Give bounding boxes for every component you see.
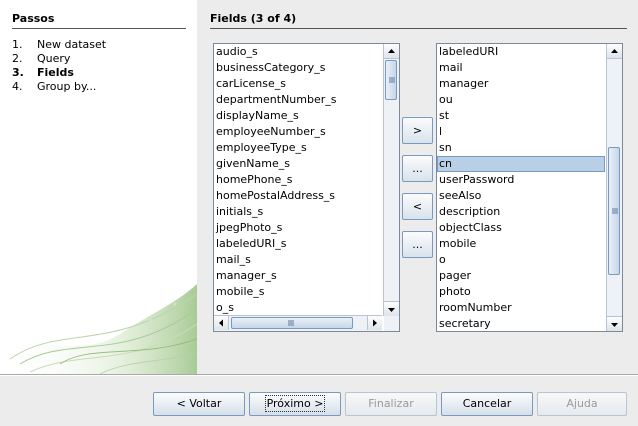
scroll-down-button[interactable] (384, 301, 399, 316)
steps-panel: Passos 1. New dataset 2. Query 3. Fields 4.… (0, 0, 197, 374)
list-item[interactable]: ou (437, 92, 605, 108)
list-item[interactable]: secretary (437, 316, 605, 331)
list-item[interactable]: o (437, 252, 605, 268)
list-item[interactable]: pager (437, 268, 605, 284)
list-item[interactable]: userPassword (437, 172, 605, 188)
list-item[interactable]: employeeNumber_s (214, 124, 382, 140)
list-item[interactable]: audio_s (214, 44, 382, 60)
list-item[interactable]: st (437, 108, 605, 124)
list-item[interactable]: mail (437, 60, 605, 76)
list-item[interactable]: manager (437, 76, 605, 92)
available-fields-hscrollbar[interactable] (214, 315, 382, 331)
list-item[interactable]: l (437, 124, 605, 140)
list-item[interactable]: seeAlso (437, 188, 605, 204)
next-button-label: Próximo > (264, 395, 326, 412)
list-item[interactable]: businessCategory_s (214, 60, 382, 76)
cancel-button[interactable]: Cancelar (441, 392, 533, 416)
title-divider (210, 28, 627, 29)
step-query[interactable]: 2. Query (12, 52, 70, 66)
list-item[interactable]: sn (437, 140, 605, 156)
step-number: 3. (12, 66, 24, 79)
list-item[interactable]: manager_s (214, 268, 382, 284)
scroll-thumb[interactable] (385, 60, 397, 100)
step-number: 2. (12, 52, 23, 65)
list-item[interactable]: photo (437, 284, 605, 300)
step-number: 1. (12, 38, 23, 51)
list-item[interactable]: employeeType_s (214, 140, 382, 156)
list-item[interactable]: mobile (437, 236, 605, 252)
selected-fields-list[interactable]: labeledURI mail manager ou st l sn cn userPasswo… (436, 43, 623, 332)
step-label: New dataset (37, 38, 107, 51)
chevron-up-icon (388, 49, 395, 53)
chevron-up-icon (611, 49, 618, 53)
selected-fields-vscrollbar[interactable] (606, 44, 622, 331)
hscroll-thumb[interactable] (231, 317, 353, 329)
list-item[interactable]: cn (437, 156, 605, 172)
scroll-thumb[interactable] (608, 147, 620, 275)
decorative-swirl (0, 284, 197, 374)
chevron-right-icon (373, 319, 377, 327)
scroll-right-button[interactable] (367, 316, 382, 330)
grip-icon (288, 320, 294, 326)
scroll-corner (384, 316, 399, 331)
list-item[interactable]: givenName_s (214, 156, 382, 172)
step-label: Fields (37, 66, 74, 79)
list-item[interactable]: description (437, 204, 605, 220)
help-button[interactable]: Ajuda (537, 392, 627, 416)
step-new-dataset[interactable]: 1. New dataset (12, 38, 106, 52)
list-item[interactable]: objectClass (437, 220, 605, 236)
remove-all-fields-button[interactable]: ... (402, 231, 433, 258)
available-fields-vscrollbar[interactable] (383, 44, 399, 316)
steps-divider (12, 28, 186, 29)
add-all-fields-button[interactable]: ... (402, 155, 433, 182)
step-label: Query (37, 52, 71, 65)
list-item[interactable]: mobile_s (214, 284, 382, 300)
step-number: 4. (12, 80, 23, 93)
list-item[interactable]: labeledURI_s (214, 236, 382, 252)
grip-icon (612, 208, 618, 214)
next-button[interactable]: Próximo > (249, 392, 341, 416)
finish-button[interactable]: Finalizar (345, 392, 437, 416)
list-item[interactable]: displayName_s (214, 108, 382, 124)
list-item[interactable]: initials_s (214, 204, 382, 220)
scroll-down-button[interactable] (607, 316, 622, 331)
scroll-up-button[interactable] (384, 44, 399, 59)
step-label: Group by... (37, 80, 97, 93)
remove-field-button[interactable]: < (402, 193, 433, 220)
step-fields[interactable]: 3. Fields (12, 66, 74, 80)
back-button[interactable]: < Voltar (153, 392, 245, 416)
add-field-button[interactable]: > (402, 117, 433, 144)
list-item[interactable]: o_s (214, 300, 382, 316)
list-item[interactable]: homePostalAddress_s (214, 188, 382, 204)
list-item[interactable]: labeledURI (437, 44, 605, 60)
page-title: Fields (3 of 4) (210, 12, 297, 25)
footer-divider-highlight (0, 375, 638, 376)
scroll-up-button[interactable] (607, 44, 622, 59)
steps-title: Passos (12, 12, 55, 25)
list-item[interactable]: departmentNumber_s (214, 92, 382, 108)
chevron-left-icon (219, 319, 223, 327)
chevron-down-icon (388, 308, 395, 312)
step-group-by[interactable]: 4. Group by... (12, 80, 96, 94)
chevron-down-icon (611, 323, 618, 327)
grip-icon (389, 77, 395, 83)
list-item[interactable]: roomNumber (437, 300, 605, 316)
list-item[interactable]: jpegPhoto_s (214, 220, 382, 236)
list-item[interactable]: carLicense_s (214, 76, 382, 92)
list-item[interactable]: mail_s (214, 252, 382, 268)
scroll-left-button[interactable] (214, 316, 229, 330)
available-fields-list[interactable]: audio_s businessCategory_s carLicense_s dep… (213, 43, 400, 332)
list-item[interactable]: homePhone_s (214, 172, 382, 188)
